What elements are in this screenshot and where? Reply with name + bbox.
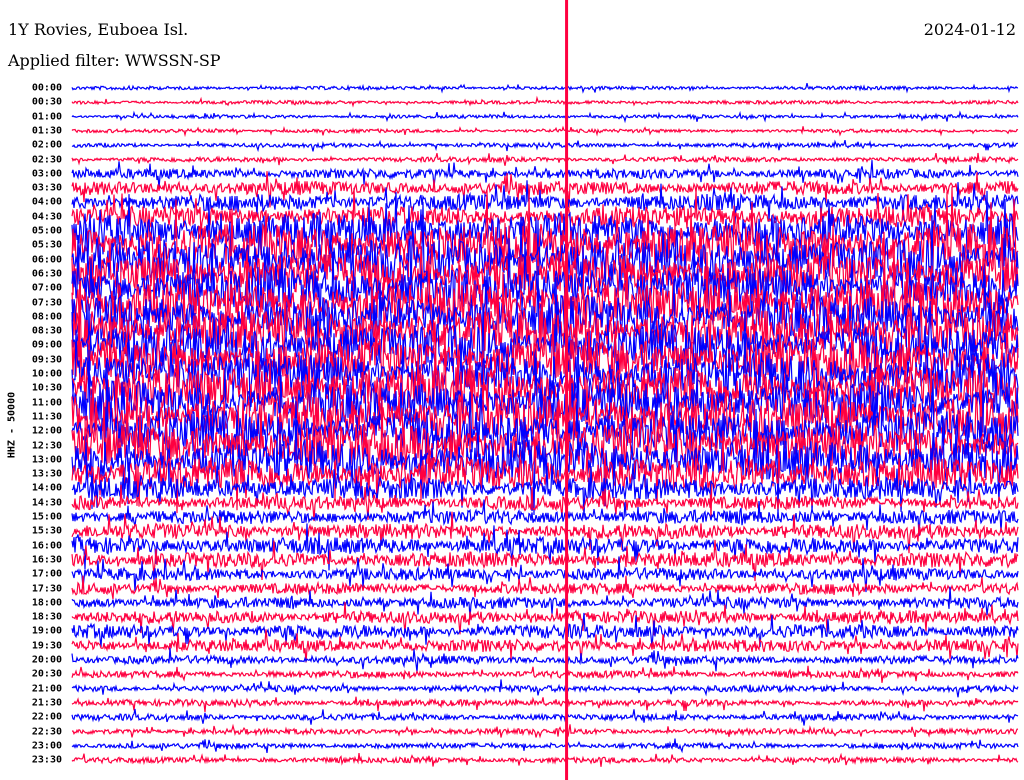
trace-0100 xyxy=(71,110,1019,124)
trace-2200 xyxy=(71,708,1019,726)
trace-0000 xyxy=(71,82,1019,94)
trace-2100 xyxy=(71,679,1019,698)
trace-0200 xyxy=(71,139,1018,153)
trace-2300 xyxy=(71,738,1019,754)
trace-2000 xyxy=(71,647,1019,673)
trace-0030 xyxy=(71,95,1019,108)
trace-0130 xyxy=(71,125,1019,138)
trace-1730 xyxy=(71,575,1019,600)
trace-2030 xyxy=(71,665,1019,683)
event-spike xyxy=(565,0,569,780)
helicorder-plot xyxy=(71,0,1019,780)
trace-1800 xyxy=(71,586,1019,619)
trace-2130 xyxy=(71,696,1019,713)
trace-0230 xyxy=(71,152,1019,166)
trace-2330 xyxy=(71,752,1019,767)
trace-2230 xyxy=(71,723,1019,739)
